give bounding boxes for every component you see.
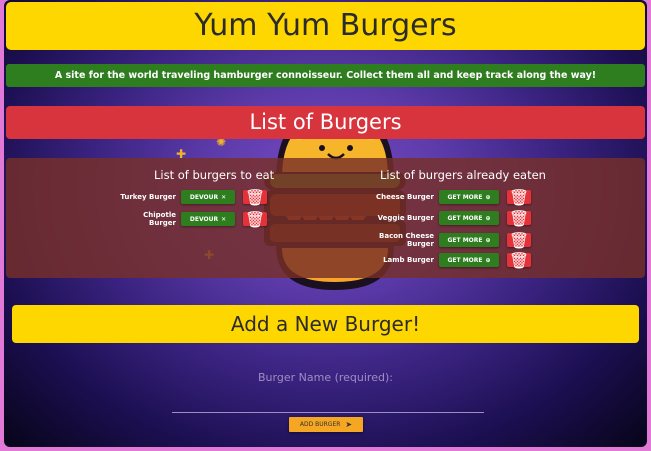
plus-circle-icon: ⊕ [485,236,491,244]
add-burger-button[interactable]: ADD BURGER ➤ [289,417,363,432]
delete-button[interactable]: 🗑 [507,230,531,250]
send-icon: ➤ [345,420,353,429]
get-more-button[interactable]: GET MORE ⊕ [439,233,499,247]
burger-name: Cheese Burger [376,193,434,201]
list-section-title: List of Burgers [6,106,645,139]
trash-icon: 🗑 [244,187,266,207]
list-item: Cheese Burger GET MORE ⊕ 🗑 [356,187,531,207]
list-item: Veggie Burger GET MORE ⊕ 🗑 [356,208,531,228]
delete-button[interactable]: 🗑 [507,187,531,207]
get-more-button[interactable]: GET MORE ⊕ [439,253,499,267]
burger-name: Chipotle Burger [143,211,176,227]
list-item: Turkey Burger DEVOUR ✕ 🗑 [116,187,267,207]
plus-circle-icon: ⊕ [485,214,491,222]
list-item: Chipotle Burger DEVOUR ✕ 🗑 [116,209,267,229]
burger-name: Turkey Burger [120,193,176,201]
devour-button[interactable]: DEVOUR ✕ [181,212,235,226]
trash-icon: 🗑 [508,208,530,228]
delete-button[interactable]: 🗑 [507,250,531,270]
burger-name-label: Burger Name (required): [258,371,393,384]
burger-name: Lamb Burger [383,256,434,264]
list-item: Bacon Cheese Burger GET MORE ⊕ 🗑 [356,230,531,250]
delete-button[interactable]: 🗑 [243,187,267,207]
to-eat-heading: List of burgers to eat [154,168,275,182]
delete-button[interactable]: 🗑 [507,208,531,228]
add-burger-title: Add a New Burger! [12,305,639,343]
burger-name: Bacon Cheese Burger [379,232,434,248]
utensils-icon: ✕ [221,215,227,223]
tagline: A site for the world traveling hamburger… [6,64,645,87]
utensils-icon: ✕ [221,193,227,201]
plus-circle-icon: ⊕ [485,256,491,264]
trash-icon: 🗑 [508,230,530,250]
delete-button[interactable]: 🗑 [243,209,267,229]
get-more-button[interactable]: GET MORE ⊕ [439,211,499,225]
page-frame: ✚ ✺ ✚ Yum Yum Burgers A site for the wor… [4,0,647,447]
burger-name-input[interactable] [172,390,484,413]
trash-icon: 🗑 [244,209,266,229]
page-title: Yum Yum Burgers [6,2,645,50]
burger-list-panel: List of burgers to eat List of burgers a… [6,158,645,278]
list-item: Lamb Burger GET MORE ⊕ 🗑 [356,250,531,270]
eaten-heading: List of burgers already eaten [380,168,546,182]
burger-name: Veggie Burger [377,214,434,222]
trash-icon: 🗑 [508,187,530,207]
devour-button[interactable]: DEVOUR ✕ [181,190,235,204]
trash-icon: 🗑 [508,250,530,270]
get-more-button[interactable]: GET MORE ⊕ [439,190,499,204]
plus-circle-icon: ⊕ [485,193,491,201]
